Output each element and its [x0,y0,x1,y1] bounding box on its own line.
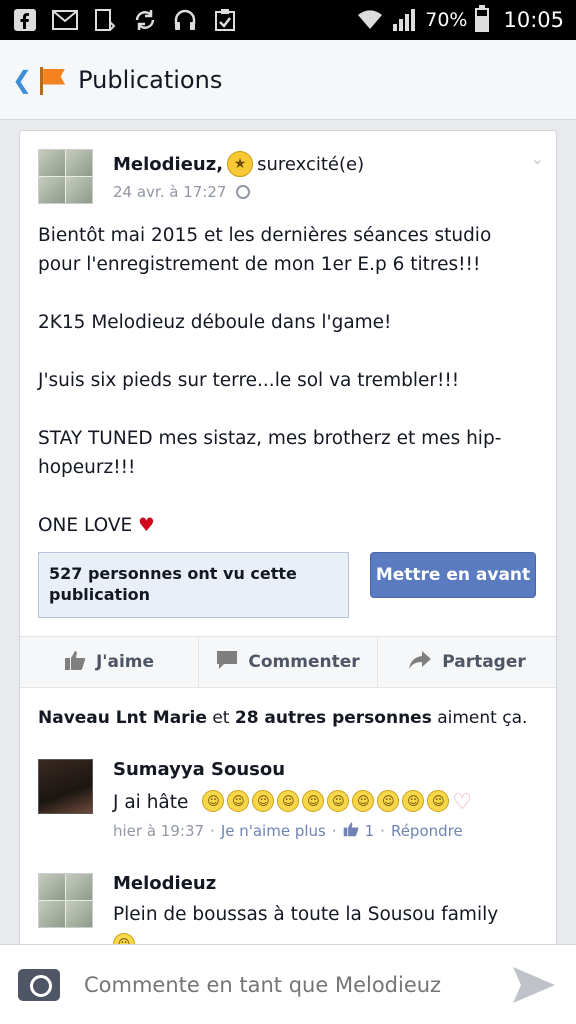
status-bar: 70% 10:05 [0,0,576,40]
commenter-name[interactable]: Sumayya Sousou [113,759,546,780]
like-count[interactable]: 1 [365,822,375,840]
kiss-lips-icon: ♥ [138,515,155,536]
signal-icon [391,7,417,33]
camera-icon[interactable] [18,968,60,1001]
commenter-name[interactable]: Melodieuz [113,873,546,894]
battery-icon [475,5,490,32]
comment-button[interactable]: Commenter [199,637,378,687]
facebook-icon [12,7,38,33]
comment-label: Commenter [248,652,360,672]
likes-and: et [212,708,230,728]
smile-emoji-icon: ☺ [352,790,375,812]
smile-emoji-icon: ☺ [202,790,225,812]
meta-separator: · [380,822,385,840]
smile-emoji-icon: ☺ [402,790,425,812]
page-title: Publications [78,65,223,94]
author-name[interactable]: Melodieuz, [113,154,223,175]
post-timestamp[interactable]: 24 avr. à 17:27 [113,183,226,201]
headphones-icon [172,7,198,33]
likes-suffix: aiment ça. [437,708,528,728]
smile-emoji-icon: ☺ [252,790,275,812]
smile-emoji-icon: ☺ [377,790,400,812]
heart-emoji-icon: ♡ [452,790,473,815]
clipboard-icon [212,7,238,33]
smile-emoji-icon: ☺ [302,790,325,812]
smile-emoji-icon: ☺ [277,790,300,812]
smile-emoji-icon: ☺ [227,790,250,812]
like-label: J'aime [95,652,155,672]
share-arrow-icon [408,650,432,675]
wink-emoji-icon: ☺ [427,790,450,812]
post-paragraph: STAY TUNED mes sistaz, mes brotherz et m… [38,428,502,478]
author-avatar[interactable] [38,149,93,204]
meta-separator: · [210,822,215,840]
post-header: Melodieuz, ★ surexcité(e) 24 avr. à 17:2… [38,149,544,205]
like-button[interactable]: J'aime [20,637,199,687]
battery-percent: 70% [425,9,468,31]
feeling-label: surexcité(e) [257,153,365,175]
comment-input[interactable] [84,972,510,997]
post-paragraph-text: ONE LOVE [38,515,133,536]
app-header: ❮ Publications [0,40,576,120]
reply-link[interactable]: Répondre [391,822,463,840]
sync-icon [132,7,158,33]
post-paragraph: 2K15 Melodieuz déboule dans l'game! [38,312,392,333]
smile-emoji-icon: ☺ [327,790,350,812]
likes-summary[interactable]: Naveau Lnt Marie et 28 autres personnes … [38,708,546,728]
emoji-row: ☺ ☺ ☺ ☺ ☺ ☺ ☺ ☺ ☺ ☺ ♡ [202,790,472,815]
download-icon [92,7,118,33]
chevron-down-icon[interactable]: ⌄ [531,149,544,168]
excited-emoji-icon: ★ [227,151,254,177]
commenter-avatar[interactable] [38,759,93,814]
liker-others[interactable]: 28 autres personnes [235,708,432,728]
mail-icon [52,7,78,33]
wifi-icon [357,7,383,33]
post-paragraph: Bientôt mai 2015 et les dernières séance… [38,225,492,275]
comment-text: Plein de boussas à toute la Sousou famil… [113,904,499,925]
like-count-icon [343,821,359,841]
share-button[interactable]: Partager [378,637,556,687]
thumbs-up-icon [64,649,86,676]
speech-bubble-icon [216,649,238,676]
post-actions: J'aime Commenter Partager [20,636,556,688]
boost-post-button[interactable]: Mettre en avant [370,552,536,598]
comment-compose-bar [0,944,576,1024]
clock: 10:05 [503,8,564,32]
post-paragraph: J'suis six pieds sur terre...le sol va t… [38,370,460,391]
views-insight[interactable]: 527 personnes ont vu cette publication [38,552,349,618]
post-card: Melodieuz, ★ surexcité(e) 24 avr. à 17:2… [19,130,557,960]
post-paragraph-last: ONE LOVE ♥ [38,511,538,540]
back-chevron-icon[interactable]: ❮ [12,66,32,94]
unlike-link[interactable]: Je n'aime plus [221,822,326,840]
pages-flag-icon[interactable] [36,65,66,95]
commenter-avatar[interactable] [38,873,93,928]
post-body: Bientôt mai 2015 et les dernières séance… [38,221,538,569]
comment-text: J ai hâte [113,792,189,813]
send-icon[interactable] [510,964,558,1006]
comment-time[interactable]: hier à 19:37 [113,822,204,840]
meta-separator: · [331,822,337,840]
share-label: Partager [442,652,526,672]
globe-icon [236,185,251,199]
liker-name[interactable]: Naveau Lnt Marie [38,708,207,728]
